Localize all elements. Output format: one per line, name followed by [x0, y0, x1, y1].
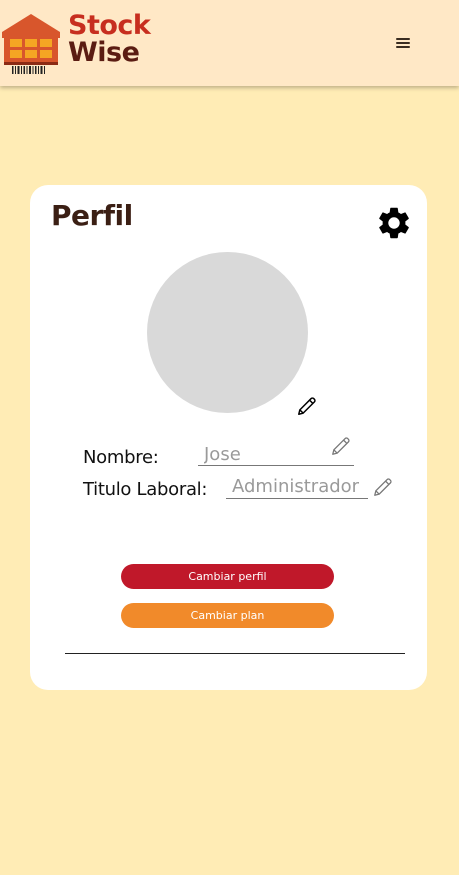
profile-card: Perfil Nombre: Titulo Laboral: Cambiar p…: [30, 185, 427, 690]
name-label: Nombre:: [83, 447, 159, 468]
page-title: Perfil: [51, 199, 133, 232]
top-navbar: Stock Wise: [0, 0, 459, 86]
change-profile-button[interactable]: Cambiar perfil: [121, 564, 334, 589]
job-title-input[interactable]: [226, 475, 368, 499]
divider: [65, 653, 405, 654]
stockwise-logo[interactable]: Stock Wise: [0, 4, 160, 74]
brand-name-line1: Stock: [68, 10, 151, 41]
brand-name-line2: Wise: [68, 37, 140, 68]
avatar: [147, 252, 308, 413]
hamburger-menu-icon[interactable]: [392, 34, 414, 52]
edit-name-pencil-icon[interactable]: [330, 435, 352, 457]
warehouse-logo-icon: [2, 14, 60, 74]
brand-name: Stock Wise: [68, 10, 151, 68]
edit-avatar-pencil-icon[interactable]: [296, 395, 318, 417]
edit-job-title-pencil-icon[interactable]: [372, 476, 394, 498]
gear-icon[interactable]: [375, 204, 413, 242]
change-plan-button[interactable]: Cambiar plan: [121, 603, 334, 628]
job-title-label: Titulo Laboral:: [83, 479, 208, 500]
